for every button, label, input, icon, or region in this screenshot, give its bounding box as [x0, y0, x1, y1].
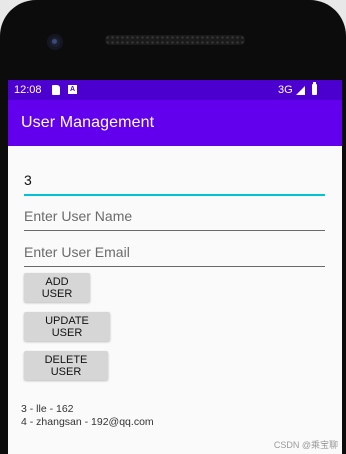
status-time: 12:08: [14, 84, 42, 96]
phone-bezel-top: [0, 0, 346, 80]
user-email-input[interactable]: [24, 240, 325, 267]
watermark: CSDN @乘宝聊: [273, 440, 338, 450]
list-item: 3 - lle - 162: [21, 403, 74, 415]
phone-frame: 12:08 A 3G User Management ADD USER UPDA…: [0, 0, 346, 454]
delete-user-button[interactable]: DELETE USER: [24, 351, 108, 380]
user-name-input[interactable]: [24, 204, 325, 231]
front-camera-icon: [47, 34, 63, 50]
add-user-button[interactable]: ADD USER: [24, 273, 90, 302]
list-item: 4 - zhangsan - 192@qq.com: [21, 416, 154, 428]
status-bar: 12:08 A 3G: [8, 80, 342, 100]
signal-strength-icon: [296, 86, 305, 95]
update-user-button[interactable]: UPDATE USER: [24, 312, 110, 341]
user-list: 3 - lle - 162 4 - zhangsan - 192@qq.com: [21, 403, 154, 429]
app-bar: User Management: [8, 100, 342, 146]
page-title: User Management: [21, 114, 155, 131]
app-screen: 12:08 A 3G User Management ADD USER UPDA…: [8, 80, 342, 454]
accessibility-a-icon: A: [68, 85, 77, 94]
user-id-input[interactable]: [24, 168, 325, 196]
network-type-label: 3G: [278, 84, 293, 96]
battery-icon: [312, 82, 317, 95]
sim-card-icon: [52, 85, 60, 95]
earpiece-speaker: [105, 35, 245, 45]
